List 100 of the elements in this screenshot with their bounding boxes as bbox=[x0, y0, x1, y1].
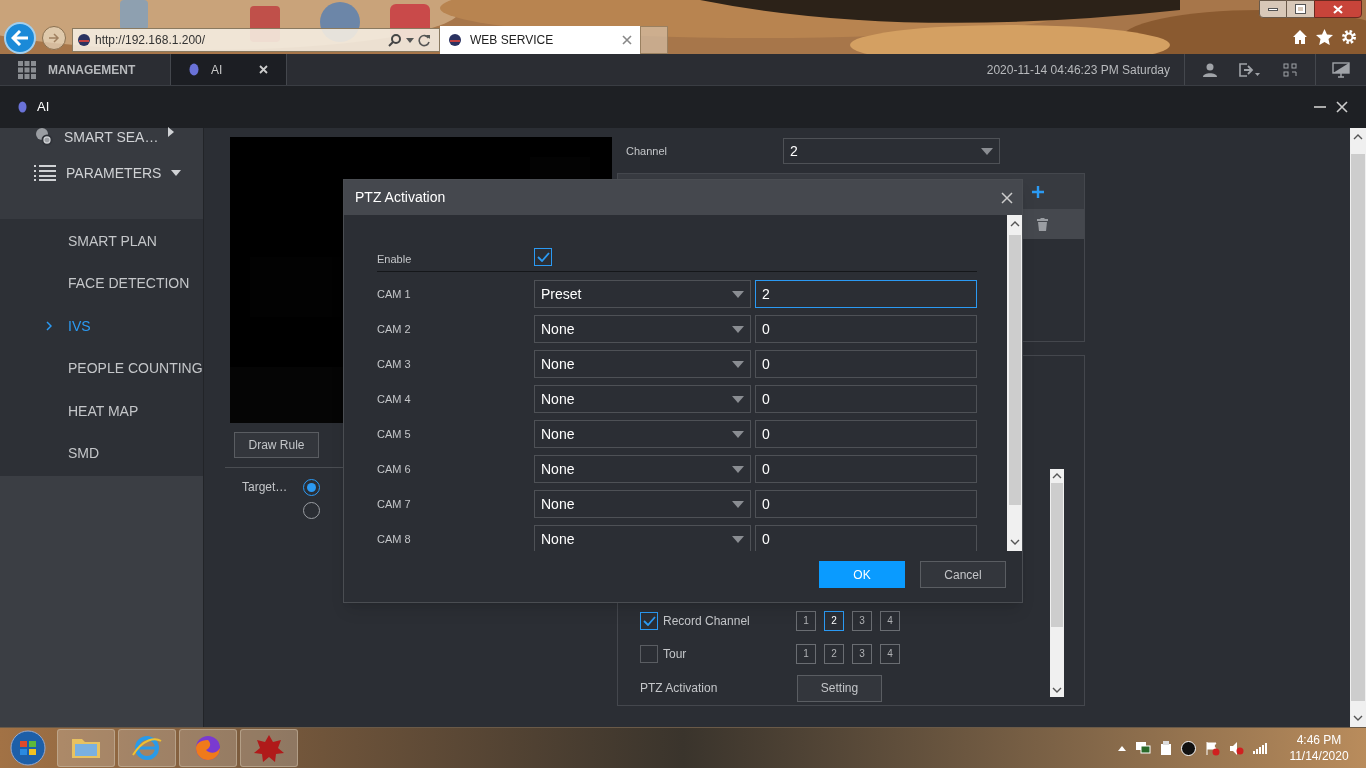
channel-toggle[interactable]: 2 bbox=[824, 643, 844, 664]
sidebar-item[interactable]: SMD bbox=[0, 432, 203, 475]
value-input[interactable]: 0 bbox=[755, 315, 977, 343]
channel-toggle[interactable]: 4 bbox=[880, 643, 900, 664]
settings-icon[interactable] bbox=[1341, 29, 1357, 45]
channel-toggle[interactable]: 1 bbox=[796, 643, 816, 664]
scroll-down-icon[interactable] bbox=[1353, 715, 1363, 721]
value-input[interactable]: 0 bbox=[755, 350, 977, 378]
list-icon bbox=[34, 165, 56, 181]
channel-select[interactable]: 2 bbox=[783, 138, 1000, 164]
field-label: CAM 8 bbox=[377, 531, 412, 547]
sidebar-item[interactable]: PEOPLE COUNTING bbox=[0, 347, 203, 390]
field-label: CAM 4 bbox=[377, 391, 412, 407]
type-select[interactable]: None bbox=[534, 455, 751, 483]
checkbox[interactable] bbox=[534, 248, 552, 266]
minimize-button[interactable] bbox=[1259, 0, 1287, 18]
dropdown-arrow-icon bbox=[732, 325, 744, 333]
network-icon[interactable] bbox=[1135, 741, 1151, 755]
dropdown-arrow-icon bbox=[732, 290, 744, 298]
channel-toggle[interactable]: 4 bbox=[880, 610, 900, 631]
type-select[interactable]: None bbox=[534, 350, 751, 378]
close-icon[interactable] bbox=[259, 65, 268, 74]
speaker-muted-icon[interactable] bbox=[1229, 740, 1244, 756]
taskbar-app[interactable] bbox=[179, 729, 237, 767]
refresh-icon[interactable] bbox=[418, 33, 431, 47]
scroll-up-icon[interactable] bbox=[1353, 134, 1363, 140]
add-icon[interactable] bbox=[1032, 185, 1044, 198]
globe-icon bbox=[77, 33, 91, 47]
dropdown-arrow-icon[interactable] bbox=[406, 37, 414, 43]
grid-icon bbox=[18, 60, 36, 79]
search-icon[interactable] bbox=[388, 33, 402, 47]
value-input[interactable]: 2 bbox=[755, 280, 977, 308]
arrow-left-icon bbox=[11, 30, 29, 46]
setting-button[interactable]: Setting bbox=[797, 674, 882, 702]
taskbar-app[interactable] bbox=[240, 729, 298, 767]
checkbox[interactable] bbox=[640, 611, 658, 630]
qr-code-icon[interactable] bbox=[1283, 62, 1297, 77]
sidebar-group[interactable]: SMART SEA… bbox=[0, 127, 203, 145]
cancel-button[interactable]: Cancel bbox=[920, 561, 1006, 588]
type-select[interactable]: None bbox=[534, 385, 751, 413]
value-input[interactable]: 0 bbox=[755, 455, 977, 483]
device-icon[interactable] bbox=[1160, 740, 1172, 756]
channel-toggle[interactable]: 1 bbox=[796, 610, 816, 631]
sidebar-item[interactable]: HEAT MAP bbox=[0, 390, 203, 433]
trash-icon[interactable] bbox=[1037, 217, 1048, 231]
channel-toggle[interactable]: 3 bbox=[852, 610, 872, 631]
close-button[interactable] bbox=[1314, 0, 1362, 18]
scrollbar[interactable] bbox=[1350, 128, 1366, 727]
type-select[interactable]: None bbox=[534, 420, 751, 448]
field-label: CAM 1 bbox=[377, 286, 412, 302]
flag-icon[interactable] bbox=[1205, 740, 1220, 756]
star-icon[interactable] bbox=[1316, 29, 1333, 45]
logout-icon[interactable] bbox=[1239, 62, 1261, 77]
checkbox[interactable] bbox=[640, 644, 658, 663]
value-input[interactable]: 0 bbox=[755, 525, 977, 551]
dropdown-arrow-icon bbox=[732, 500, 744, 508]
scroll-up-icon[interactable] bbox=[1052, 473, 1062, 479]
scroll-down-icon[interactable] bbox=[1009, 539, 1020, 545]
home-icon[interactable] bbox=[1292, 29, 1308, 45]
app-tab[interactable]: MANAGEMENT bbox=[0, 54, 170, 85]
app-tab[interactable]: AI bbox=[170, 54, 287, 85]
app-tray-icon[interactable] bbox=[1181, 740, 1196, 756]
value-input[interactable]: 0 bbox=[755, 385, 977, 413]
restore-button[interactable] bbox=[1287, 0, 1314, 18]
sidebar-group[interactable]: PARAMETERS bbox=[0, 145, 203, 201]
globe-icon bbox=[448, 33, 462, 47]
value-input[interactable]: 0 bbox=[755, 420, 977, 448]
date-time: 2020-11-14 04:46:23 PM Saturday bbox=[986, 61, 1171, 79]
field-label: CAM 7 bbox=[377, 496, 412, 512]
signal-icon[interactable] bbox=[1253, 742, 1267, 754]
type-select[interactable]: None bbox=[534, 315, 751, 343]
caret-up-icon[interactable] bbox=[1118, 745, 1126, 751]
dropdown-arrow-icon bbox=[732, 535, 744, 543]
close-icon bbox=[1333, 4, 1343, 14]
channel-toggle[interactable]: 3 bbox=[852, 643, 872, 664]
type-select[interactable]: None bbox=[534, 525, 751, 551]
dropdown-arrow-icon bbox=[732, 360, 744, 368]
draw-rule-button[interactable]: Draw Rule bbox=[234, 432, 319, 458]
type-select[interactable]: Preset bbox=[534, 280, 751, 308]
scrollbar[interactable] bbox=[1007, 215, 1022, 551]
clock-date: 11/14/2020 bbox=[1289, 748, 1349, 764]
browser-tab[interactable]: WEB SERVICE bbox=[440, 26, 640, 54]
monitor-icon[interactable] bbox=[1332, 61, 1350, 78]
chevron-right-icon bbox=[46, 321, 52, 332]
close-icon[interactable] bbox=[1336, 101, 1348, 113]
option-label: Record Channel bbox=[663, 612, 751, 630]
scroll-down-icon[interactable] bbox=[1052, 687, 1062, 693]
sidebar-item[interactable]: SMART PLAN bbox=[0, 220, 203, 263]
value-input[interactable]: 0 bbox=[755, 490, 977, 518]
address-bar[interactable]: http://192.168.1.200/ bbox=[72, 28, 440, 52]
user-icon[interactable] bbox=[1203, 62, 1217, 77]
sidebar-item[interactable]: IVS bbox=[0, 305, 203, 348]
clock-time: 4:46 PM bbox=[1296, 732, 1342, 748]
type-select[interactable]: None bbox=[534, 490, 751, 518]
sidebar-item[interactable]: FACE DETECTION bbox=[0, 262, 203, 305]
close-icon[interactable] bbox=[1001, 191, 1013, 204]
field-label: CAM 6 bbox=[377, 461, 412, 477]
scrollbar[interactable] bbox=[1050, 469, 1064, 697]
scroll-up-icon[interactable] bbox=[1009, 221, 1020, 227]
channel-toggle[interactable]: 2 bbox=[824, 610, 844, 631]
